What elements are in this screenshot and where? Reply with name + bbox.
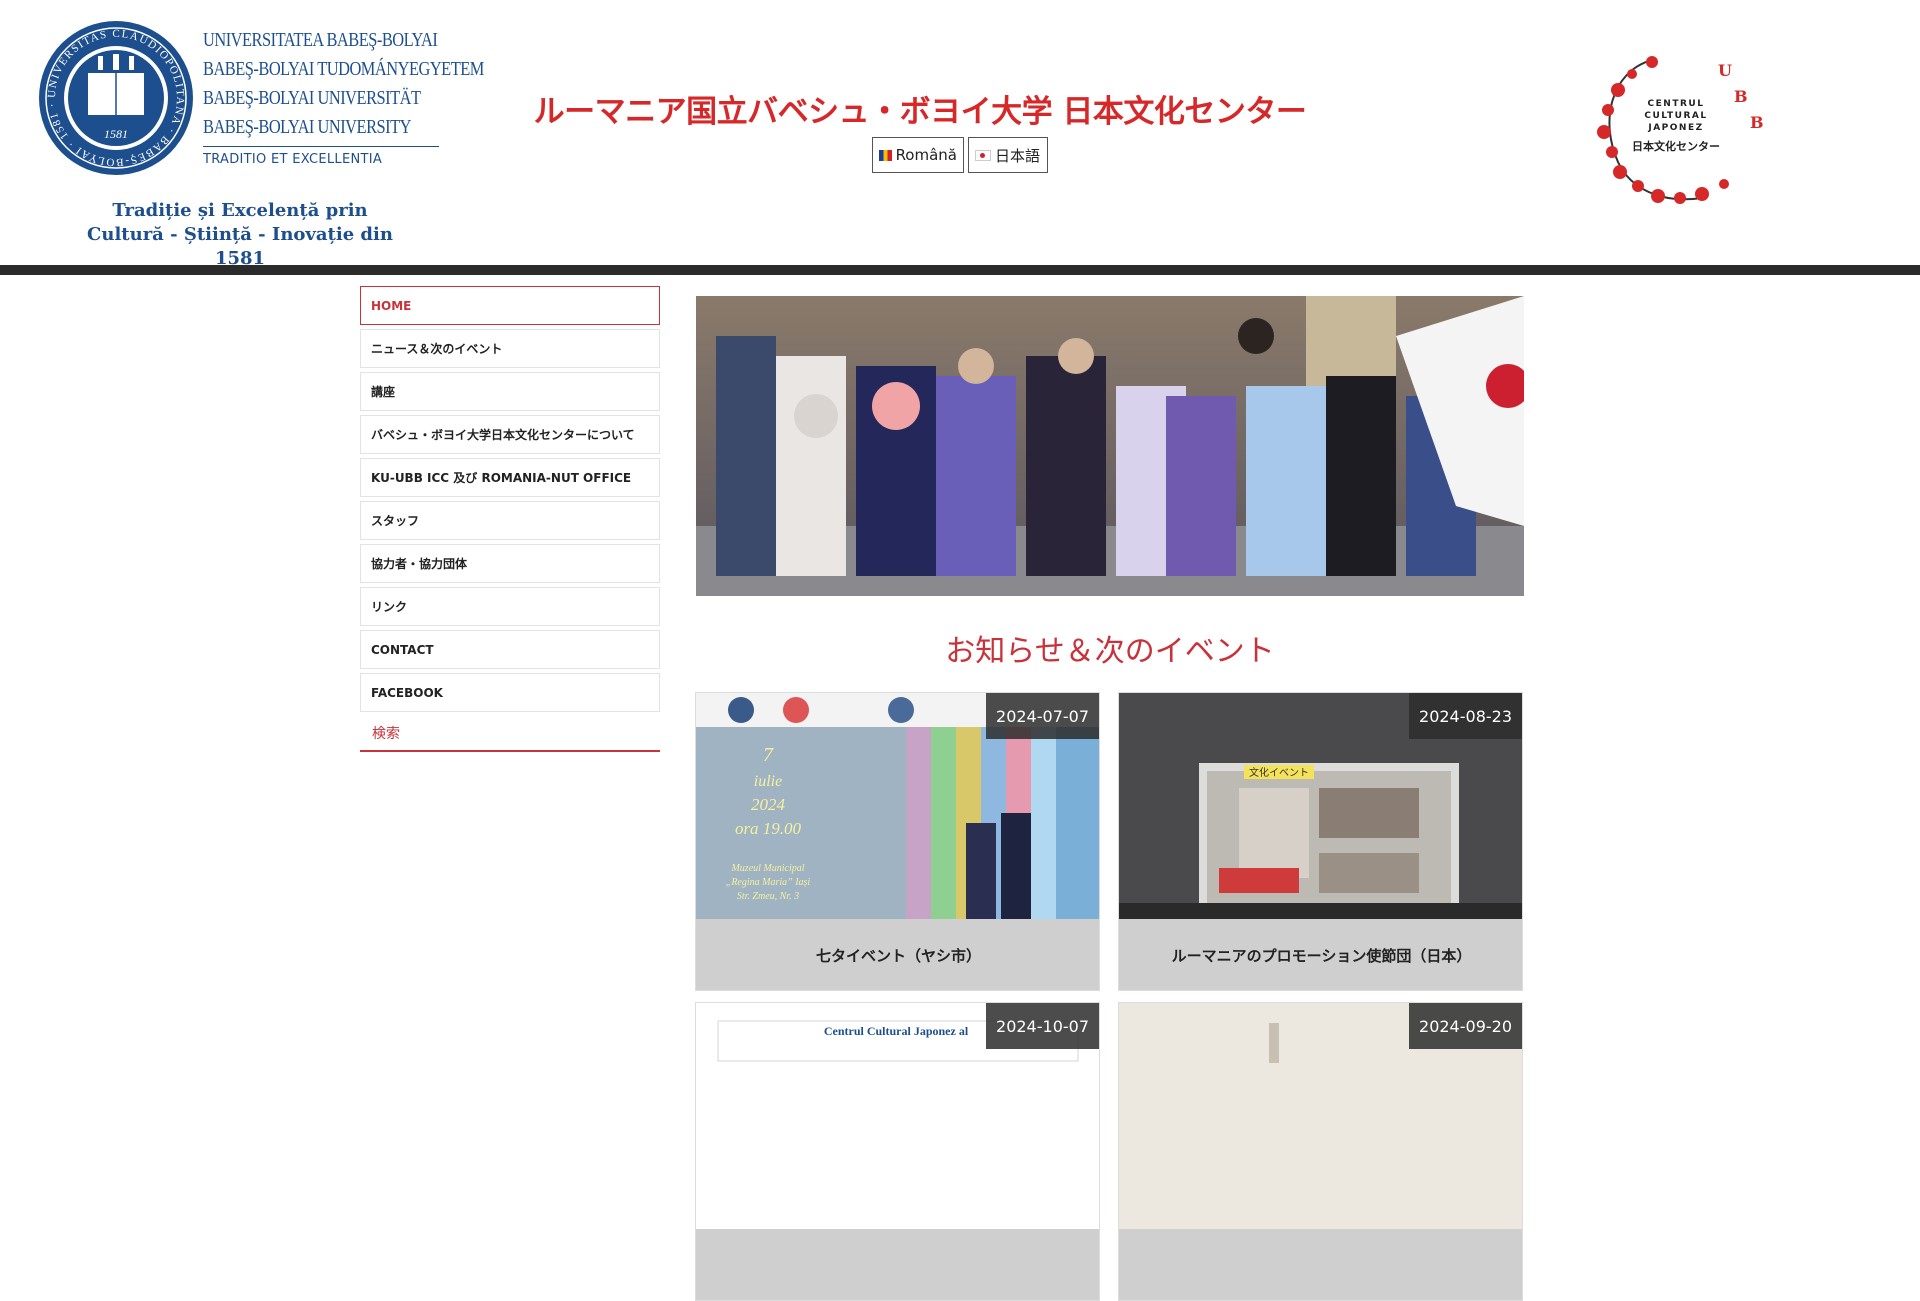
university-name-hu: BABEŞ-BOLYAI TUDOMÁNYEGYETEM xyxy=(203,58,484,80)
svg-text:Muzeul Municipal: Muzeul Municipal xyxy=(730,863,804,874)
language-japanese-button[interactable]: 日本語 xyxy=(968,137,1048,173)
site-header: UNIVERSITAS CLAUDIOPOLITANA · BABEŞ-BOLY… xyxy=(0,0,1920,269)
menu-item-links[interactable]: リンク xyxy=(360,587,660,626)
menu-item-news-events[interactable]: ニュース＆次のイベント xyxy=(360,329,660,368)
university-name-en: BABEŞ-BOLYAI UNIVERSITY xyxy=(203,116,411,138)
menu-item-about[interactable]: バベシュ・ボヨイ大学日本文化センターについて xyxy=(360,415,660,454)
svg-text:文化イベント: 文化イベント xyxy=(1249,766,1309,779)
news-card-date: 2024-09-20 xyxy=(1409,1003,1522,1049)
news-card[interactable]: 7 iulie 2024 ora 19.00 Muzeul Municipal … xyxy=(695,692,1100,991)
news-card[interactable]: 文化イベント 2024-08-23 ルーマニアのプロモーション使節団（日本） xyxy=(1118,692,1523,991)
menu-item-facebook[interactable]: FACEBOOK xyxy=(360,673,660,712)
svg-text:CULTURAL: CULTURAL xyxy=(1644,111,1707,121)
menu-item-ku-ubb-icc[interactable]: KU-UBB ICC 及び ROMANIA-NUT OFFICE xyxy=(360,458,660,497)
university-name-ro: UNIVERSITATEA BABEŞ-BOLYAI xyxy=(203,29,438,51)
menu-item-contact[interactable]: CONTACT xyxy=(360,630,660,669)
svg-text:U: U xyxy=(1718,61,1732,80)
svg-text:„Regina Maria” Iași: „Regina Maria” Iași xyxy=(726,877,811,888)
language-japanese-label: 日本語 xyxy=(995,146,1041,165)
news-card-date: 2024-08-23 xyxy=(1409,693,1522,739)
language-romanian-button[interactable]: Română xyxy=(872,137,964,173)
svg-text:iulie: iulie xyxy=(754,773,782,790)
svg-text:7: 7 xyxy=(763,744,774,766)
svg-text:Str. Zmeu, Nr. 3: Str. Zmeu, Nr. 3 xyxy=(737,891,799,902)
sidebar-menu: HOME ニュース＆次のイベント 講座 バベシュ・ボヨイ大学日本文化センターにつ… xyxy=(360,286,660,752)
svg-text:B: B xyxy=(1734,87,1748,106)
news-card-title[interactable]: ルーマニアのプロモーション使節団（日本） xyxy=(1119,919,1522,990)
romania-flag-icon xyxy=(879,149,892,161)
news-card-title[interactable] xyxy=(1119,1229,1522,1300)
news-card[interactable]: 2024-09-20 xyxy=(1118,1002,1523,1301)
tagline-line-2: Cultură - Știință - Inovație din 1581 xyxy=(87,224,393,269)
names-divider xyxy=(203,146,439,147)
university-name-de: BABEŞ-BOLYAI UNIVERSITÄT xyxy=(203,87,421,109)
menu-item-courses[interactable]: 講座 xyxy=(360,372,660,411)
svg-text:CENTRUL: CENTRUL xyxy=(1648,99,1705,109)
news-card[interactable]: Centrul Cultural Japonez al 2024-10-07 xyxy=(695,1002,1100,1301)
university-tagline: Tradiție și Excelență prin Cultură - Ști… xyxy=(70,199,410,271)
ubb-seal-logo[interactable]: UNIVERSITAS CLAUDIOPOLITANA · BABEŞ-BOLY… xyxy=(36,18,196,178)
svg-text:Centrul Cultural Japonez al: Centrul Cultural Japonez al xyxy=(824,1024,969,1038)
tagline-line-1: Tradiție și Excelență prin xyxy=(112,200,368,221)
japan-flag-icon xyxy=(975,149,991,161)
news-section-title: お知らせ＆次のイベント xyxy=(945,634,1275,669)
ccj-logo[interactable]: U B B CENTRUL CULTURAL JAPONEZ 日本文化センター xyxy=(1590,52,1772,212)
news-card-date: 2024-07-07 xyxy=(986,693,1099,739)
site-title: ルーマニア国立バベシュ・ボヨイ大学 日本文化センター xyxy=(533,94,1307,130)
svg-text:2024: 2024 xyxy=(751,795,786,814)
search-link[interactable]: 検索 xyxy=(360,716,660,752)
menu-item-home[interactable]: HOME xyxy=(360,286,660,325)
menu-item-partners[interactable]: 協力者・協力団体 xyxy=(360,544,660,583)
university-motto: TRADITIO ET EXCELLENTIA xyxy=(203,152,383,167)
svg-text:1581: 1581 xyxy=(104,127,128,141)
news-card-title[interactable] xyxy=(696,1229,1099,1300)
menu-item-staff[interactable]: スタッフ xyxy=(360,501,660,540)
svg-text:日本文化センター: 日本文化センター xyxy=(1632,139,1720,153)
svg-text:JAPONEZ: JAPONEZ xyxy=(1647,123,1703,133)
news-card-title[interactable]: 七タイベント（ヤシ市） xyxy=(696,919,1099,990)
university-names: UNIVERSITATEA BABEŞ-BOLYAI BABEŞ-BOLYAI … xyxy=(203,26,484,167)
news-card-date: 2024-10-07 xyxy=(986,1003,1099,1049)
svg-text:ora 19.00: ora 19.00 xyxy=(735,819,802,838)
svg-text:B: B xyxy=(1750,113,1764,132)
language-romanian-label: Română xyxy=(895,146,957,164)
header-divider xyxy=(0,265,1920,275)
hero-image xyxy=(696,296,1524,596)
